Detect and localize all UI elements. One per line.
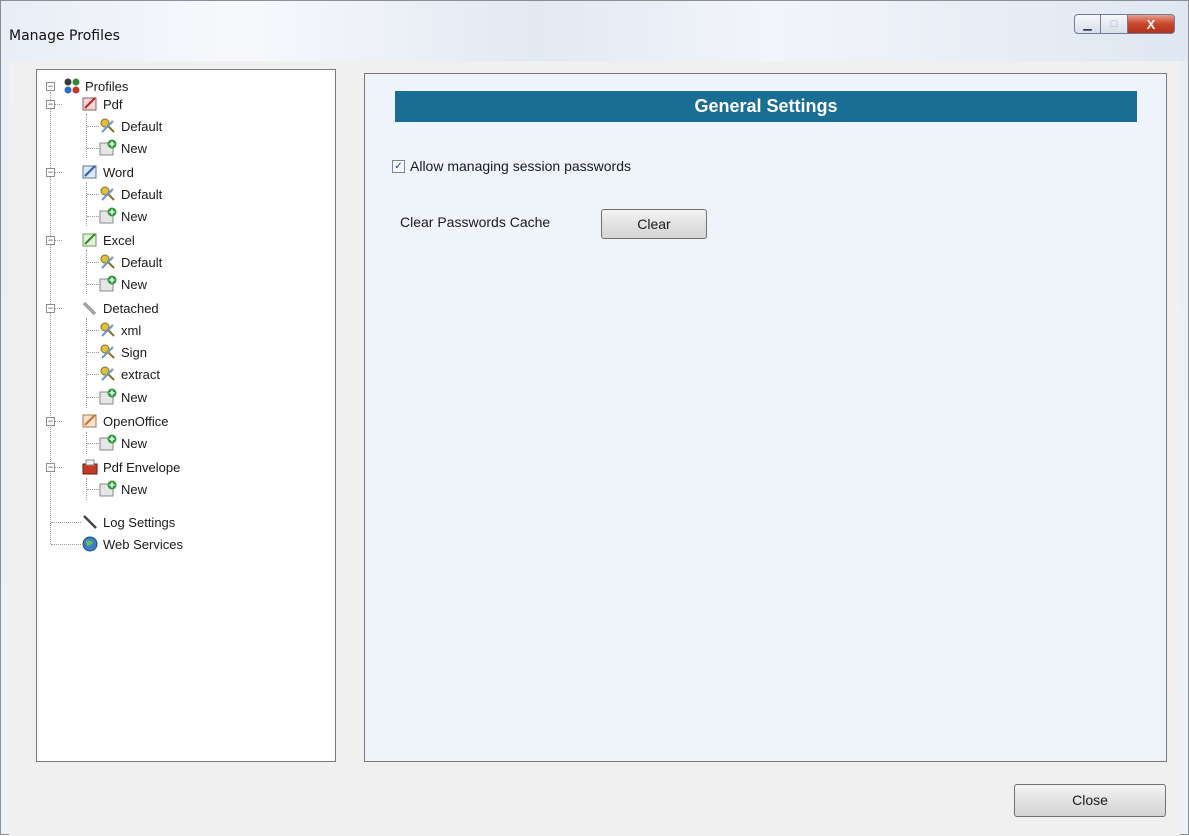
tree-connector	[87, 352, 99, 353]
tree-connector	[86, 318, 87, 408]
detached-icon	[81, 299, 99, 317]
key-icon	[99, 185, 117, 203]
tree-node-openoffice-new[interactable]: New	[99, 432, 147, 454]
section-header: General Settings	[395, 91, 1137, 122]
tree-expander[interactable]: −	[46, 236, 55, 245]
tree-node-pdf[interactable]: Pdf	[81, 93, 123, 115]
tree-node-envelope-new[interactable]: New	[99, 478, 147, 500]
new-profile-icon	[99, 480, 117, 498]
tree-node-log-settings[interactable]: Log Settings	[81, 511, 175, 533]
tree-connector	[87, 284, 99, 285]
tree-node-detached-extract[interactable]: extract	[99, 363, 160, 385]
tree-node-detached-xml[interactable]: xml	[99, 319, 141, 341]
tree-node-word-new[interactable]: New	[99, 205, 147, 227]
new-profile-icon	[99, 207, 117, 225]
tree-connector	[87, 489, 99, 490]
close-window-button[interactable]: X	[1128, 14, 1175, 34]
tree-node-web-services[interactable]: Web Services	[81, 533, 183, 555]
key-icon	[99, 343, 117, 361]
close-button[interactable]: Close	[1014, 784, 1166, 817]
tree-connector	[86, 250, 87, 294]
tree-connector	[87, 374, 99, 375]
tree-expander[interactable]: −	[46, 304, 55, 313]
tree-connector	[87, 397, 99, 398]
title-bar[interactable]: Manage Profiles ▁ □ X	[1, 1, 1188, 61]
tree-expander[interactable]: −	[46, 463, 55, 472]
clear-passwords-cache-label: Clear Passwords Cache	[400, 214, 551, 230]
key-icon	[99, 365, 117, 383]
tree-expander[interactable]: −	[46, 417, 55, 426]
dialog-body: − Profiles − Pdf Default New − Word Defa…	[9, 61, 1180, 836]
tree-node-detached-sign[interactable]: Sign	[99, 341, 147, 363]
tree-connector	[87, 126, 99, 127]
tree-connector	[50, 92, 51, 544]
clear-button[interactable]: Clear	[601, 209, 707, 239]
tree-node-excel-default[interactable]: Default	[99, 251, 162, 273]
tree-connector	[51, 522, 81, 523]
tree-node-excel[interactable]: Excel	[81, 229, 135, 251]
tree-expander[interactable]: −	[46, 82, 55, 91]
tree-connector	[87, 216, 99, 217]
tree-connector	[87, 330, 99, 331]
maximize-button[interactable]: □	[1101, 14, 1128, 34]
manage-profiles-window: Manage Profiles ▁ □ X − Profiles − Pdf D…	[0, 0, 1189, 836]
new-profile-icon	[99, 139, 117, 157]
tree-connector	[87, 262, 99, 263]
tree-node-pdf-default[interactable]: Default	[99, 115, 162, 137]
allow-managing-passwords-checkbox[interactable]: ✓	[392, 160, 405, 173]
openoffice-profile-icon	[81, 412, 99, 430]
tree-expander[interactable]: −	[46, 168, 55, 177]
envelope-icon	[81, 458, 99, 476]
key-icon	[99, 321, 117, 339]
window-title: Manage Profiles	[9, 28, 120, 44]
profiles-tree[interactable]: − Profiles − Pdf Default New − Word Defa…	[36, 69, 336, 762]
tree-node-word-default[interactable]: Default	[99, 183, 162, 205]
tree-connector	[51, 544, 81, 545]
new-profile-icon	[99, 434, 117, 452]
new-profile-icon	[99, 275, 117, 293]
tree-expander[interactable]: −	[46, 100, 55, 109]
key-icon	[99, 117, 117, 135]
minimize-button[interactable]: ▁	[1074, 14, 1101, 34]
general-settings-panel: General Settings ✓ Allow managing sessio…	[364, 73, 1167, 762]
tree-connector	[87, 194, 99, 195]
pen-icon	[81, 513, 99, 531]
excel-profile-icon	[81, 231, 99, 249]
tree-connector	[86, 114, 87, 158]
tree-node-detached-new[interactable]: New	[99, 386, 147, 408]
word-profile-icon	[81, 163, 99, 181]
pdf-profile-icon	[81, 95, 99, 113]
globe-icon	[81, 535, 99, 553]
tree-node-excel-new[interactable]: New	[99, 273, 147, 295]
tree-node-pdf-new[interactable]: New	[99, 137, 147, 159]
tree-node-detached[interactable]: Detached	[81, 297, 159, 319]
tree-node-word[interactable]: Word	[81, 161, 134, 183]
tree-node-openoffice[interactable]: OpenOffice	[81, 410, 169, 432]
allow-managing-passwords-label[interactable]: Allow managing session passwords	[410, 158, 631, 174]
tree-connector	[87, 148, 99, 149]
tree-node-pdf-envelope[interactable]: Pdf Envelope	[81, 456, 180, 478]
tree-connector	[87, 443, 99, 444]
tree-connector	[86, 182, 87, 226]
caption-buttons: ▁ □ X	[1074, 14, 1175, 34]
profiles-icon	[63, 77, 81, 95]
new-profile-icon	[99, 388, 117, 406]
key-icon	[99, 253, 117, 271]
